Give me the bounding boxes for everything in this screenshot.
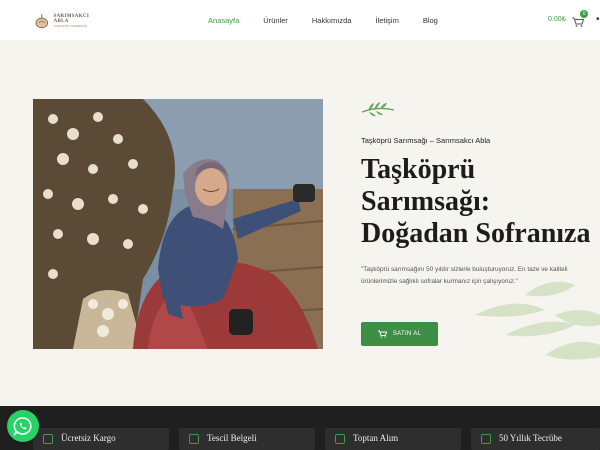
cart-count-badge: 0 [580,10,589,18]
nav-item-blog[interactable]: Blog [423,16,438,25]
feature-experience: 50 Yıllık Tecrübe [471,428,600,450]
leaf-decoration-icon [361,102,395,117]
truck-icon [43,434,53,444]
site-logo[interactable]: SARIMSAKCI ABLA TAŞKÖPRÜ SARIMSAĞI [34,12,104,30]
nav-item-products[interactable]: Ürünler [263,16,288,25]
hero-eyebrow: Taşköprü Sarımsağı – Sarımsakcı Abla [361,136,491,145]
logo-subtitle: TAŞKÖPRÜ SARIMSAĞI [53,24,88,28]
cart-button[interactable]: 0.00₺ 0 [548,10,589,27]
user-icon[interactable]: • [596,14,600,25]
garlic-logo-icon [35,14,49,29]
buy-now-button[interactable]: SATIN AL [361,322,438,346]
certificate-icon [189,434,199,444]
nav-item-about[interactable]: Hakkımızda [312,16,352,25]
main-nav: Anasayfa Ürünler Hakkımızda İletişim Blo… [208,16,462,25]
feature-label: Tescil Belgeli [207,433,257,443]
feature-label: 50 Yıllık Tecrübe [499,433,562,443]
logo-name: SARIMSAKCI ABLA [53,14,90,24]
hero-title-line-2: Sarımsağı: [361,186,491,217]
hero-title-line-3: Doğadan Sofranıza [361,218,591,249]
whatsapp-icon [13,417,32,436]
whatsapp-button[interactable] [7,410,39,442]
feature-free-shipping: Ücretsiz Kargo [33,428,169,450]
feature-label: Ücretsiz Kargo [61,433,116,443]
feature-label: Toptan Alım [353,433,399,443]
feature-wholesale: Toptan Alım [325,428,461,450]
experience-icon [481,434,491,444]
hero-title-line-1: Taşköprü [361,154,476,185]
nav-item-home[interactable]: Anasayfa [208,16,239,25]
hero-photo [33,99,323,349]
hero-title: Taşköprü Sarımsağı: Doğadan Sofranıza [361,154,600,250]
features-bar: Ücretsiz Kargo Tescil Belgeli Toptan Alı… [0,406,600,450]
cart-icon [377,330,387,338]
wholesale-icon [335,434,345,444]
cart-amount: 0.00₺ [548,16,567,23]
feature-certified: Tescil Belgeli [179,428,315,450]
site-header: SARIMSAKCI ABLA TAŞKÖPRÜ SARIMSAĞI Anasa… [0,0,600,40]
cart-icon: 0 [572,10,589,27]
olive-branch-decoration [475,281,600,360]
nav-item-contact[interactable]: İletişim [375,16,398,25]
buy-now-label: SATIN AL [392,331,422,337]
